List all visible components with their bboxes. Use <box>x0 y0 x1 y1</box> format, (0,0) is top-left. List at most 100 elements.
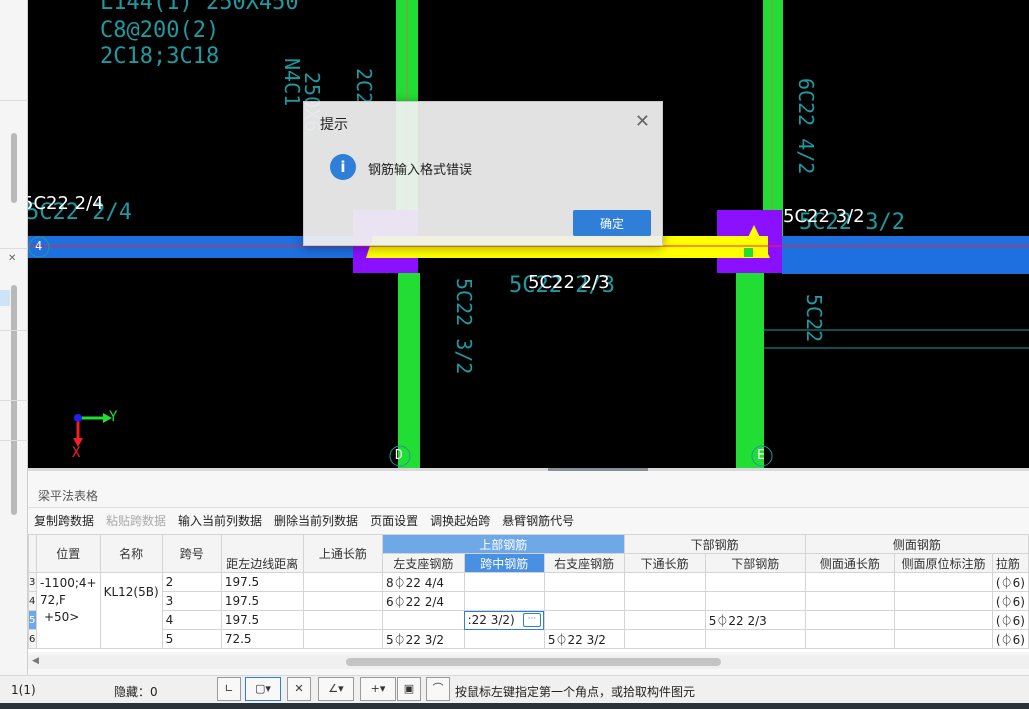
copy-span-button[interactable]: 复制跨数据 <box>34 512 94 532</box>
tie-cell[interactable]: (⏀6) <box>991 591 1029 611</box>
left-support-cell[interactable]: 5⏀22 3/2 <box>382 629 465 649</box>
mid-span-cell[interactable] <box>463 572 545 592</box>
tie-cell[interactable]: (⏀6) <box>991 629 1029 649</box>
table-row[interactable]: 3 -1100;4+ 72,F +50> KL12(5B) 2 197.5 8⏀… <box>28 572 1029 649</box>
axis-label-d: D <box>395 448 403 463</box>
side-through-cell[interactable] <box>804 572 896 592</box>
top-through-cell[interactable] <box>302 610 384 630</box>
side-through-cell[interactable] <box>804 629 896 649</box>
cross-select-icon[interactable]: ✕ <box>287 677 311 701</box>
left-scrollbar-top[interactable] <box>11 133 17 203</box>
screen-icon[interactable]: ▣ <box>397 677 421 701</box>
header-name[interactable]: 名称 <box>99 534 163 573</box>
delete-column-button[interactable]: 删除当前列数据 <box>274 512 358 532</box>
header-top-rebar-group[interactable]: 上部钢筋 <box>382 534 625 554</box>
header-bottom-through[interactable]: 下通长筋 <box>623 553 706 573</box>
right-support-cell[interactable] <box>543 591 625 611</box>
ok-button[interactable]: 确定 <box>573 210 651 236</box>
row-number[interactable]: 6 <box>28 629 37 649</box>
cantilever-code-button[interactable]: 悬臂钢筋代号 <box>502 512 574 532</box>
dist-cell[interactable]: 197.5 <box>220 591 304 611</box>
table-row[interactable]: 4 3 197.5 6⏀22 2/4 (⏀6) <box>28 591 1029 611</box>
page-setup-button[interactable]: 页面设置 <box>370 512 418 532</box>
scrollbar-thumb[interactable] <box>346 658 721 666</box>
panel-title: 梁平法表格 <box>38 489 99 503</box>
header-dist-left[interactable]: 距左边线距离 <box>220 534 304 573</box>
select-rect-icon[interactable]: ▢▾ <box>245 677 281 701</box>
dist-cell[interactable]: 197.5 <box>220 610 304 630</box>
dist-cell[interactable]: 197.5 <box>220 572 304 592</box>
right-support-cell[interactable] <box>543 572 625 592</box>
close-icon[interactable]: ✕ <box>635 111 650 132</box>
header-side-original[interactable]: 侧面原位标注筋 <box>894 553 993 573</box>
close-icon[interactable]: ✕ <box>8 253 16 264</box>
table-row[interactable]: 5 4 197.5 :22 3/2) ··· 5⏀22 2/3 (⏀6) <box>28 610 1029 630</box>
bottom-rebar-cell[interactable]: 5⏀22 2/3 <box>704 610 806 630</box>
swap-start-span-button[interactable]: 调换起始跨 <box>430 512 490 532</box>
horizontal-scrollbar[interactable]: ◀ <box>28 655 1029 669</box>
bottom-rebar-cell[interactable] <box>704 629 806 649</box>
bottom-through-cell[interactable] <box>623 572 706 592</box>
header-tie[interactable]: 拉筋 <box>991 553 1029 573</box>
beam-label: 5C22 2/3 <box>528 272 610 293</box>
side-through-cell[interactable] <box>804 591 896 611</box>
bottom-through-cell[interactable] <box>623 629 706 649</box>
arc-tool-icon[interactable]: ⌒ <box>426 677 450 701</box>
span-cell[interactable]: 3 <box>161 591 222 611</box>
header-right-support[interactable]: 右支座钢筋 <box>543 553 625 573</box>
side-through-cell[interactable] <box>804 610 896 630</box>
bottom-through-cell[interactable] <box>623 591 706 611</box>
left-support-cell[interactable]: 6⏀22 2/4 <box>382 591 465 611</box>
beam-label: 5C22 2/4 <box>28 193 104 214</box>
bottom-rebar-cell[interactable] <box>704 591 806 611</box>
bottom-through-cell[interactable] <box>623 610 706 630</box>
header-side-rebar-group[interactable]: 侧面钢筋 <box>804 534 1029 554</box>
row-number[interactable]: 5 <box>28 610 37 630</box>
left-support-cell[interactable] <box>382 610 465 630</box>
header-bottom-rebar-group[interactable]: 下部钢筋 <box>623 534 806 554</box>
status-message: 按鼠标左键指定第一个角点，或拾取构件图元 <box>455 685 696 699</box>
dist-cell[interactable]: 72.5 <box>220 629 304 649</box>
header-position[interactable]: 位置 <box>35 534 101 573</box>
header-top-through[interactable]: 上通长筋 <box>302 534 384 573</box>
top-through-cell[interactable] <box>302 591 384 611</box>
side-original-cell[interactable] <box>894 629 993 649</box>
tie-cell[interactable]: (⏀6) <box>991 610 1029 630</box>
angle-snap-icon[interactable]: ∠▾ <box>318 677 354 701</box>
info-icon: i <box>330 154 356 180</box>
mid-span-cell[interactable] <box>463 591 545 611</box>
bottom-rebar-cell[interactable] <box>704 572 806 592</box>
mid-span-edit-cell[interactable]: :22 3/2) ··· <box>463 610 545 630</box>
ortho-toggle-icon[interactable]: ∟ <box>217 677 241 701</box>
span-cell[interactable]: 2 <box>161 572 222 592</box>
right-support-cell[interactable]: 5⏀22 3/2 <box>543 629 625 649</box>
more-options-icon[interactable]: ··· <box>522 613 541 627</box>
span-cell[interactable]: 5 <box>161 629 222 649</box>
position-cell[interactable]: -1100;4+ 72,F +50> <box>35 572 101 649</box>
mid-span-input[interactable]: :22 3/2) <box>468 613 515 627</box>
left-selected-row[interactable] <box>0 290 10 306</box>
header-mid-span[interactable]: 跨中钢筋 <box>463 553 545 573</box>
beam-name-cell[interactable]: KL12(5B) <box>99 572 163 649</box>
row-number[interactable]: 4 <box>28 591 37 611</box>
left-support-cell[interactable]: 8⏀22 4/4 <box>382 572 465 592</box>
side-original-cell[interactable] <box>894 572 993 592</box>
row-number[interactable]: 3 <box>28 572 37 592</box>
input-column-button[interactable]: 输入当前列数据 <box>178 512 262 532</box>
side-original-cell[interactable] <box>894 591 993 611</box>
header-left-support[interactable]: 左支座钢筋 <box>382 553 465 573</box>
scroll-left-icon[interactable]: ◀ <box>32 656 39 666</box>
top-through-cell[interactable] <box>302 572 384 592</box>
right-support-cell[interactable] <box>543 610 625 630</box>
table-row[interactable]: 6 5 72.5 5⏀22 3/2 5⏀22 3/2 (⏀6) <box>28 629 1029 649</box>
paste-span-button[interactable]: 粘贴跨数据 <box>106 512 166 532</box>
span-cell[interactable]: 4 <box>161 610 222 630</box>
top-through-cell[interactable] <box>302 629 384 649</box>
header-side-through[interactable]: 侧面通长筋 <box>804 553 896 573</box>
mid-span-cell[interactable] <box>463 629 545 649</box>
header-bottom-rebar[interactable]: 下部钢筋 <box>704 553 806 573</box>
dimension-icon[interactable]: +▾ <box>360 677 396 701</box>
header-span-no[interactable]: 跨号 <box>161 534 222 573</box>
tie-cell[interactable]: (⏀6) <box>991 572 1029 592</box>
side-original-cell[interactable] <box>894 610 993 630</box>
